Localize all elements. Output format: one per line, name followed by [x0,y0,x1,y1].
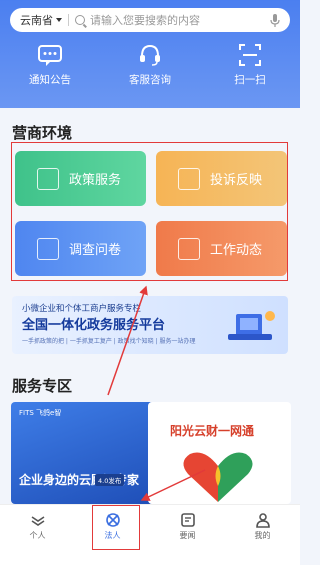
trend-chart-icon [178,237,200,260]
highlight-box-nav [92,505,140,550]
chevron-down-icon [56,18,62,22]
nav-item-personal[interactable]: 个人 [0,505,75,565]
banner-subtitle: 小微企业和个体工商户服务专栏 [22,304,142,314]
quick-action-scan[interactable]: 扫一扫 [210,42,290,87]
nav-label: 个人 [29,531,46,540]
divider [68,14,69,26]
highlight-box-tiles: 政策服务 投诉反映 调查问卷 工作动态 [11,142,288,281]
survey-icon [37,237,59,260]
nav-label: 我的 [254,531,271,540]
nav-label: 要闻 [179,531,196,540]
section-title-service-zone: 服务专区 [12,377,73,395]
search-icon [75,15,85,25]
tile-label: 政策服务 [69,173,122,188]
tile-work-updates[interactable]: 工作动态 [156,221,287,276]
tile-complaint[interactable]: 投诉反映 [156,151,287,206]
bottom-nav: 个人 法人 要闻 我的 [0,504,300,565]
complaint-icon [178,167,200,190]
quick-actions: 通知公告 客服咨询 扫一扫 [0,42,300,87]
search-bar[interactable]: 云南省 请输入您要搜索的内容 [10,8,290,32]
tile-label: 调查问卷 [69,243,122,258]
microphone-icon[interactable] [268,13,282,27]
service-card-sunshine-finance[interactable]: 阳光云财一网通 [148,402,291,504]
notice-icon [38,45,62,66]
quick-action-label: 客服咨询 [129,74,171,86]
nav-item-profile[interactable]: 我的 [225,505,300,565]
scan-icon [239,44,261,66]
section-title-business-environment: 营商环境 [12,124,73,142]
version-badge: 4.0发布 [95,474,125,486]
headset-icon [140,44,160,66]
person-icon [31,516,44,526]
quick-action-label: 扫一扫 [234,74,266,86]
nav-item-news[interactable]: 要闻 [150,505,225,565]
tile-survey[interactable]: 调查问卷 [15,221,146,276]
tile-label: 投诉反映 [210,173,263,188]
promo-banner[interactable]: 小微企业和个体工商户服务专栏 全国一体化政务服务平台 一手抓政策的把 | 一手抓… [12,296,288,354]
banner-tagline: 一手抓政策的把 | 一手抓复工复产 | 政策找个知晓 | 服务一站办理 [22,338,196,345]
service-card-logo: FITS 飞鸽e智 [19,409,62,417]
service-card-cloud-advisor[interactable]: FITS 飞鸽e智 企业身边的云顾问专家 4.0发布 [11,402,154,504]
banner-title: 全国一体化政务服务平台 [22,318,166,333]
tile-policy-service[interactable]: 政策服务 [15,151,146,206]
platform-illustration-icon [228,311,275,340]
quick-action-notice[interactable]: 通知公告 [10,42,90,87]
news-icon [180,513,195,527]
heart-logo-icon [183,452,253,502]
tile-label: 工作动态 [210,243,263,258]
region-label: 云南省 [20,14,53,27]
service-card-title: 阳光云财一网通 [170,424,255,438]
search-input[interactable]: 请输入您要搜索的内容 [90,12,268,28]
policy-doc-icon [37,167,59,190]
profile-icon [255,513,270,528]
region-selector[interactable]: 云南省 [10,8,68,32]
quick-action-label: 通知公告 [29,74,71,86]
quick-action-support[interactable]: 客服咨询 [110,42,190,87]
